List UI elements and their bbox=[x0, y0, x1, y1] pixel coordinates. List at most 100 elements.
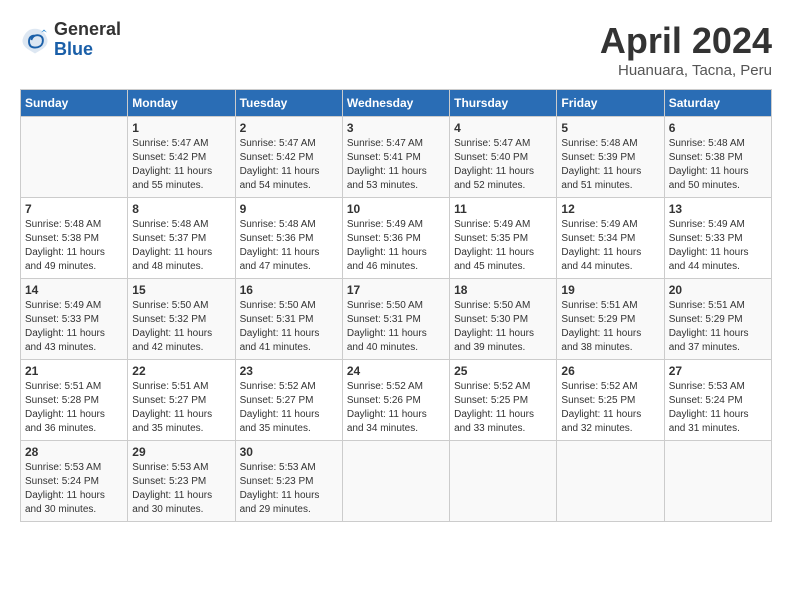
calendar-day-cell: 28 Sunrise: 5:53 AMSunset: 5:24 PMDayligh… bbox=[21, 441, 128, 522]
day-number: 13 bbox=[669, 202, 767, 216]
calendar-day-cell: 10 Sunrise: 5:49 AMSunset: 5:36 PMDayligh… bbox=[342, 198, 449, 279]
day-number: 6 bbox=[669, 121, 767, 135]
day-info: Sunrise: 5:52 AMSunset: 5:27 PMDaylight:… bbox=[240, 380, 338, 436]
day-info: Sunrise: 5:47 AMSunset: 5:42 PMDaylight:… bbox=[132, 137, 230, 193]
weekday-header: Saturday bbox=[664, 90, 771, 117]
month-title: April 2024 bbox=[600, 20, 772, 62]
title-block: April 2024 Huanuara, Tacna, Peru bbox=[600, 20, 772, 79]
day-info: Sunrise: 5:48 AMSunset: 5:36 PMDaylight:… bbox=[240, 218, 338, 274]
day-info: Sunrise: 5:48 AMSunset: 5:38 PMDaylight:… bbox=[25, 218, 123, 274]
weekday-header: Thursday bbox=[450, 90, 557, 117]
day-info: Sunrise: 5:49 AMSunset: 5:36 PMDaylight:… bbox=[347, 218, 445, 274]
calendar-day-cell: 9 Sunrise: 5:48 AMSunset: 5:36 PMDaylight… bbox=[235, 198, 342, 279]
calendar-week-row: 21 Sunrise: 5:51 AMSunset: 5:28 PMDayligh… bbox=[21, 360, 772, 441]
day-info: Sunrise: 5:47 AMSunset: 5:41 PMDaylight:… bbox=[347, 137, 445, 193]
day-info: Sunrise: 5:52 AMSunset: 5:26 PMDaylight:… bbox=[347, 380, 445, 436]
calendar-day-cell: 5Sunrise: 5:48 AMSunset: 5:39 PMDaylight… bbox=[557, 117, 664, 198]
day-info: Sunrise: 5:48 AMSunset: 5:39 PMDaylight:… bbox=[561, 137, 659, 193]
calendar-day-cell: 7 Sunrise: 5:48 AMSunset: 5:38 PMDaylight… bbox=[21, 198, 128, 279]
day-number: 2 bbox=[240, 121, 338, 135]
day-number: 3 bbox=[347, 121, 445, 135]
day-number: 26 bbox=[561, 364, 659, 378]
calendar-day-cell: 19 Sunrise: 5:51 AMSunset: 5:29 PMDayligh… bbox=[557, 279, 664, 360]
calendar-table: SundayMondayTuesdayWednesdayThursdayFrid… bbox=[20, 89, 772, 522]
day-number: 19 bbox=[561, 283, 659, 297]
day-number: 10 bbox=[347, 202, 445, 216]
day-number: 7 bbox=[25, 202, 123, 216]
calendar-day-cell: 24 Sunrise: 5:52 AMSunset: 5:26 PMDayligh… bbox=[342, 360, 449, 441]
calendar-day-cell: 4 Sunrise: 5:47 AMSunset: 5:40 PMDaylight… bbox=[450, 117, 557, 198]
day-info: Sunrise: 5:52 AMSunset: 5:25 PMDaylight:… bbox=[454, 380, 552, 436]
calendar-day-cell: 8 Sunrise: 5:48 AMSunset: 5:37 PMDaylight… bbox=[128, 198, 235, 279]
day-number: 8 bbox=[132, 202, 230, 216]
day-info: Sunrise: 5:53 AMSunset: 5:23 PMDaylight:… bbox=[240, 461, 338, 517]
calendar-day-cell: 18 Sunrise: 5:50 AMSunset: 5:30 PMDayligh… bbox=[450, 279, 557, 360]
day-number: 18 bbox=[454, 283, 552, 297]
calendar-day-cell: 11 Sunrise: 5:49 AMSunset: 5:35 PMDayligh… bbox=[450, 198, 557, 279]
calendar-day-cell: 29 Sunrise: 5:53 AMSunset: 5:23 PMDayligh… bbox=[128, 441, 235, 522]
day-info: Sunrise: 5:50 AMSunset: 5:31 PMDaylight:… bbox=[347, 299, 445, 355]
day-info: Sunrise: 5:49 AMSunset: 5:33 PMDaylight:… bbox=[669, 218, 767, 274]
weekday-header: Sunday bbox=[21, 90, 128, 117]
calendar-day-cell: 3 Sunrise: 5:47 AMSunset: 5:41 PMDaylight… bbox=[342, 117, 449, 198]
day-number: 12 bbox=[561, 202, 659, 216]
calendar-day-cell: 21 Sunrise: 5:51 AMSunset: 5:28 PMDayligh… bbox=[21, 360, 128, 441]
day-info: Sunrise: 5:50 AMSunset: 5:31 PMDaylight:… bbox=[240, 299, 338, 355]
weekday-header-row: SundayMondayTuesdayWednesdayThursdayFrid… bbox=[21, 90, 772, 117]
calendar-day-cell bbox=[342, 441, 449, 522]
day-info: Sunrise: 5:53 AMSunset: 5:24 PMDaylight:… bbox=[669, 380, 767, 436]
calendar-day-cell: 17Sunrise: 5:50 AMSunset: 5:31 PMDayligh… bbox=[342, 279, 449, 360]
calendar-day-cell: 1Sunrise: 5:47 AMSunset: 5:42 PMDaylight… bbox=[128, 117, 235, 198]
day-info: Sunrise: 5:49 AMSunset: 5:34 PMDaylight:… bbox=[561, 218, 659, 274]
calendar-day-cell: 6 Sunrise: 5:48 AMSunset: 5:38 PMDaylight… bbox=[664, 117, 771, 198]
calendar-day-cell: 2Sunrise: 5:47 AMSunset: 5:42 PMDaylight… bbox=[235, 117, 342, 198]
calendar-day-cell: 15Sunrise: 5:50 AMSunset: 5:32 PMDayligh… bbox=[128, 279, 235, 360]
calendar-day-cell bbox=[21, 117, 128, 198]
day-info: Sunrise: 5:50 AMSunset: 5:30 PMDaylight:… bbox=[454, 299, 552, 355]
logo-icon bbox=[20, 25, 50, 55]
calendar-day-cell: 30 Sunrise: 5:53 AMSunset: 5:23 PMDayligh… bbox=[235, 441, 342, 522]
calendar-day-cell: 16 Sunrise: 5:50 AMSunset: 5:31 PMDayligh… bbox=[235, 279, 342, 360]
day-number: 27 bbox=[669, 364, 767, 378]
day-info: Sunrise: 5:52 AMSunset: 5:25 PMDaylight:… bbox=[561, 380, 659, 436]
day-info: Sunrise: 5:51 AMSunset: 5:29 PMDaylight:… bbox=[669, 299, 767, 355]
day-number: 16 bbox=[240, 283, 338, 297]
logo-general: General bbox=[54, 20, 121, 40]
calendar-day-cell: 12 Sunrise: 5:49 AMSunset: 5:34 PMDayligh… bbox=[557, 198, 664, 279]
day-info: Sunrise: 5:51 AMSunset: 5:28 PMDaylight:… bbox=[25, 380, 123, 436]
day-number: 22 bbox=[132, 364, 230, 378]
day-info: Sunrise: 5:53 AMSunset: 5:24 PMDaylight:… bbox=[25, 461, 123, 517]
day-number: 4 bbox=[454, 121, 552, 135]
weekday-header: Monday bbox=[128, 90, 235, 117]
day-number: 9 bbox=[240, 202, 338, 216]
logo-blue: Blue bbox=[54, 40, 121, 60]
calendar-day-cell: 14Sunrise: 5:49 AMSunset: 5:33 PMDayligh… bbox=[21, 279, 128, 360]
day-info: Sunrise: 5:51 AMSunset: 5:29 PMDaylight:… bbox=[561, 299, 659, 355]
day-number: 30 bbox=[240, 445, 338, 459]
day-info: Sunrise: 5:48 AMSunset: 5:37 PMDaylight:… bbox=[132, 218, 230, 274]
day-number: 24 bbox=[347, 364, 445, 378]
day-number: 29 bbox=[132, 445, 230, 459]
day-info: Sunrise: 5:47 AMSunset: 5:40 PMDaylight:… bbox=[454, 137, 552, 193]
day-number: 11 bbox=[454, 202, 552, 216]
calendar-day-cell: 22Sunrise: 5:51 AMSunset: 5:27 PMDayligh… bbox=[128, 360, 235, 441]
calendar-week-row: 7 Sunrise: 5:48 AMSunset: 5:38 PMDaylight… bbox=[21, 198, 772, 279]
day-info: Sunrise: 5:53 AMSunset: 5:23 PMDaylight:… bbox=[132, 461, 230, 517]
weekday-header: Wednesday bbox=[342, 90, 449, 117]
logo: General Blue bbox=[20, 20, 121, 60]
calendar-day-cell bbox=[664, 441, 771, 522]
day-number: 23 bbox=[240, 364, 338, 378]
calendar-day-cell: 27 Sunrise: 5:53 AMSunset: 5:24 PMDayligh… bbox=[664, 360, 771, 441]
day-info: Sunrise: 5:48 AMSunset: 5:38 PMDaylight:… bbox=[669, 137, 767, 193]
day-number: 21 bbox=[25, 364, 123, 378]
day-number: 20 bbox=[669, 283, 767, 297]
day-number: 25 bbox=[454, 364, 552, 378]
logo-text: General Blue bbox=[54, 20, 121, 60]
calendar-day-cell: 23 Sunrise: 5:52 AMSunset: 5:27 PMDayligh… bbox=[235, 360, 342, 441]
calendar-week-row: 1Sunrise: 5:47 AMSunset: 5:42 PMDaylight… bbox=[21, 117, 772, 198]
day-number: 28 bbox=[25, 445, 123, 459]
day-info: Sunrise: 5:49 AMSunset: 5:33 PMDaylight:… bbox=[25, 299, 123, 355]
calendar-day-cell: 13 Sunrise: 5:49 AMSunset: 5:33 PMDayligh… bbox=[664, 198, 771, 279]
calendar-week-row: 28 Sunrise: 5:53 AMSunset: 5:24 PMDayligh… bbox=[21, 441, 772, 522]
day-info: Sunrise: 5:49 AMSunset: 5:35 PMDaylight:… bbox=[454, 218, 552, 274]
